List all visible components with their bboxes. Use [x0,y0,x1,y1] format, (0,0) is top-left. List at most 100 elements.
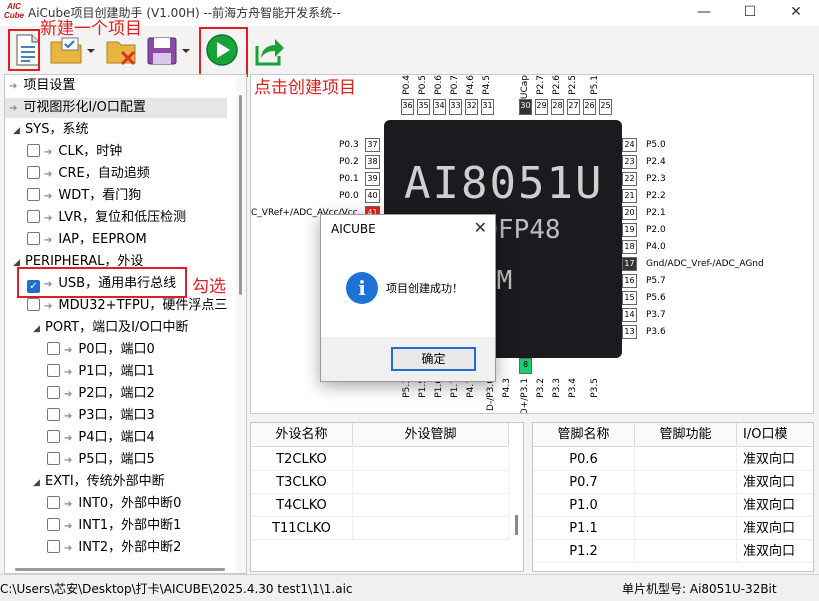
pin-25[interactable]: 25 [599,99,612,115]
pin-21[interactable]: 21 [622,189,637,203]
tree-item-lvr[interactable]: ➔ LVR，复位和低压检测 [27,208,186,228]
tree-horizontal-scrollbar[interactable] [15,568,225,571]
export-button[interactable] [252,32,286,68]
collapse-icon[interactable]: ◢ [33,473,45,493]
tree-item-iap[interactable]: ➔ IAP，EEPROM [27,230,147,250]
minimize-button[interactable]: — [681,0,727,26]
pin-38[interactable]: 38 [365,155,380,169]
table-cell[interactable]: P0.6 [533,448,635,471]
pin-34[interactable]: 34 [433,99,446,115]
pin-36[interactable]: 36 [401,99,414,115]
checkbox[interactable] [47,452,60,465]
table-cell[interactable] [635,471,737,494]
collapse-icon[interactable]: ◢ [33,319,45,339]
scroll-thumb[interactable] [239,95,242,295]
checkbox[interactable] [27,210,40,223]
tree-item-p1[interactable]: ➔ P1口，端口1 [47,362,155,382]
pin-17[interactable]: 17 [622,257,637,271]
tree-item-int0[interactable]: ➔ INT0，外部中断0 [47,494,181,514]
table-cell[interactable]: 准双向口 [737,517,813,540]
table-cell[interactable]: T11CLKO [251,517,353,540]
table-cell[interactable] [635,540,737,563]
table-cell[interactable]: T2CLKO [251,448,353,471]
checkbox[interactable] [47,386,60,399]
column-header-peripheral-pin[interactable]: 外设管脚 [353,423,509,447]
pin-8[interactable]: 8 [519,358,532,374]
close-button[interactable]: ✕ [773,0,819,26]
tree-item-sys[interactable]: ◢ SYS，系统 [13,120,88,140]
tree-vertical-scrollbar[interactable] [236,75,246,573]
table-cell[interactable]: T4CLKO [251,494,353,517]
pin-24[interactable]: 24 [622,138,637,152]
table-cell[interactable] [635,517,737,540]
collapse-icon[interactable]: ◢ [13,121,25,141]
pin-23[interactable]: 23 [622,155,637,169]
table-cell[interactable] [353,517,509,540]
pin-22[interactable]: 22 [622,172,637,186]
checkbox[interactable] [27,298,40,311]
pin-15[interactable]: 15 [622,291,637,305]
tree-item-p5[interactable]: ➔ P5口，端口5 [47,450,155,470]
table-cell[interactable]: 准双向口 [737,494,813,517]
checkbox[interactable] [27,232,40,245]
tree-item-project-settings[interactable]: ➔ 项目设置 [9,76,75,96]
table-cell[interactable]: P0.7 [533,471,635,494]
pin-14[interactable]: 14 [622,308,637,322]
tree-item-int2[interactable]: ➔ INT2，外部中断2 [47,538,181,558]
tree-item-p0[interactable]: ➔ P0口，端口0 [47,340,155,360]
table-cell[interactable] [635,494,737,517]
checkbox[interactable] [47,496,60,509]
ok-button[interactable]: 确定 [391,347,476,371]
column-header-pin-name[interactable]: 管脚名称 [533,423,635,447]
pin-19[interactable]: 19 [622,223,637,237]
tree-item-clk[interactable]: ➔ CLK，时钟 [27,142,122,162]
tree-item-port[interactable]: ◢ PORT，端口及I/O口中断 [33,318,189,338]
column-header-pin-function[interactable]: 管脚功能 [635,423,737,447]
pin-33[interactable]: 33 [449,99,462,115]
checkbox[interactable] [47,342,60,355]
pin-20[interactable]: 20 [622,206,637,220]
tree-item-mdu32[interactable]: ➔ MDU32+TFPU，硬件浮点三 [27,296,227,316]
table-cell[interactable]: P1.0 [533,494,635,517]
pin-30[interactable]: 30 [519,99,532,115]
tree-item-wdt[interactable]: ➔ WDT，看门狗 [27,186,141,206]
pin-29[interactable]: 29 [535,99,548,115]
checkbox[interactable] [47,430,60,443]
pin-26[interactable]: 26 [583,99,596,115]
table-cell[interactable]: P1.2 [533,540,635,563]
tree-item-exti[interactable]: ◢ EXTI，传统外部中断 [33,472,165,492]
checkbox[interactable] [47,518,60,531]
checkbox[interactable] [47,364,60,377]
tree-item-cre[interactable]: ➔ CRE，自动追频 [27,164,150,184]
tree-item-p4[interactable]: ➔ P4口，端口4 [47,428,155,448]
checkbox[interactable] [27,166,40,179]
dialog-close-icon[interactable]: ✕ [474,218,487,237]
pin-31[interactable]: 31 [481,99,494,115]
table-cell[interactable] [635,448,737,471]
table-cell[interactable]: 准双向口 [737,540,813,563]
pin-35[interactable]: 35 [417,99,430,115]
table-cell[interactable]: 准双向口 [737,448,813,471]
table-cell[interactable]: P1.1 [533,517,635,540]
checkbox[interactable] [47,540,60,553]
pin-37[interactable]: 37 [365,138,380,152]
pin-39[interactable]: 39 [365,172,380,186]
tree-item-p3[interactable]: ➔ P3口，端口3 [47,406,155,426]
pin-27[interactable]: 27 [567,99,580,115]
pin-32[interactable]: 32 [465,99,478,115]
column-header-peripheral-name[interactable]: 外设名称 [251,423,353,447]
table-cell[interactable] [353,494,509,517]
pin-13[interactable]: 13 [622,325,637,339]
maximize-button[interactable]: ☐ [727,0,773,26]
checkbox[interactable] [27,188,40,201]
table-scrollbar[interactable] [515,515,518,535]
tree-item-io-config[interactable]: ➔ 可视图形化I/O口配置 [5,98,227,118]
checkbox[interactable] [27,144,40,157]
tree-item-p2[interactable]: ➔ P2口，端口2 [47,384,155,404]
table-cell[interactable] [353,471,509,494]
table-cell[interactable]: T3CLKO [251,471,353,494]
tree-item-int1[interactable]: ➔ INT1，外部中断1 [47,516,181,536]
pin-18[interactable]: 18 [622,240,637,254]
table-cell[interactable] [353,448,509,471]
checkbox[interactable] [47,408,60,421]
